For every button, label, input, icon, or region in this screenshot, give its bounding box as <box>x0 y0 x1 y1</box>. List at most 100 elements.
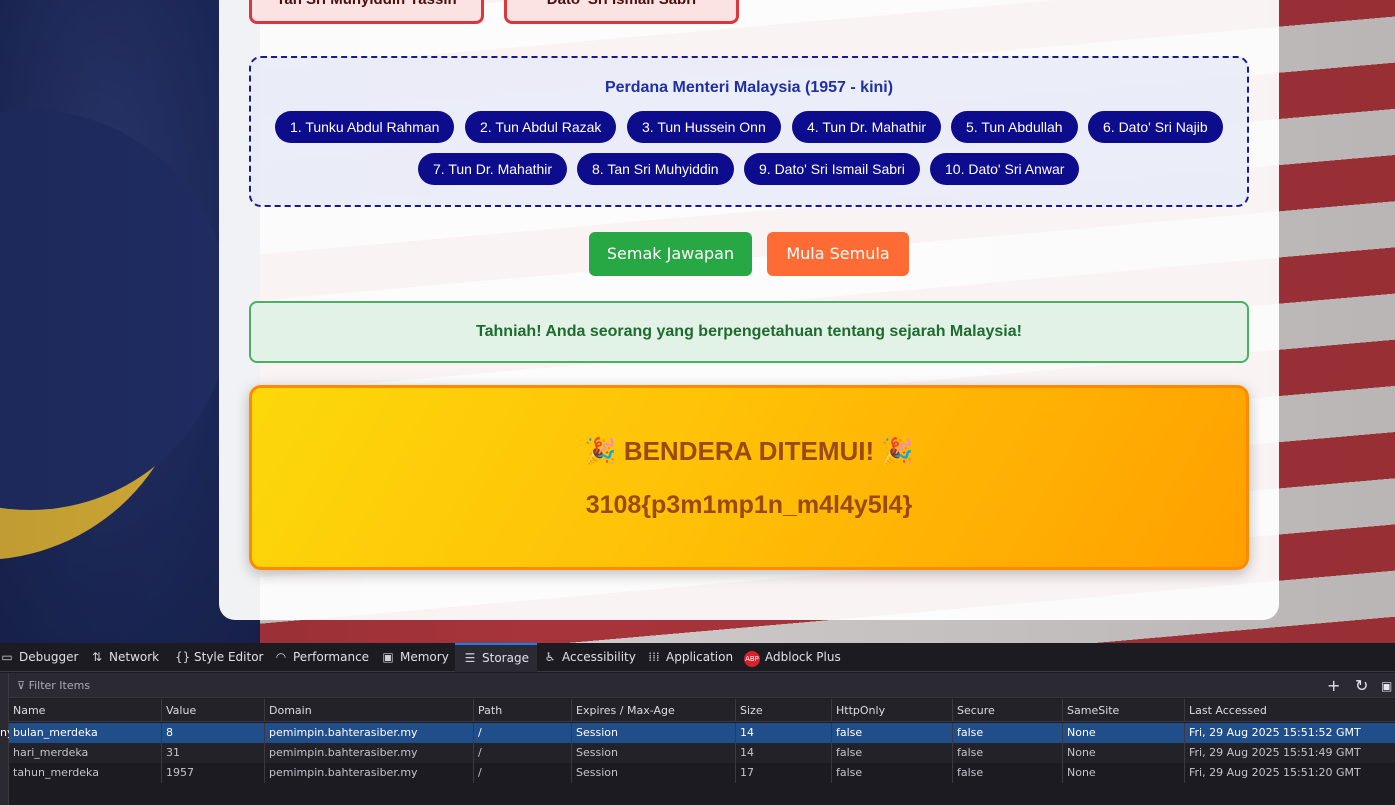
col-name[interactable]: Name <box>9 699 162 722</box>
tab-memory[interactable]: ▣ Memory <box>381 643 449 672</box>
tab-label: Performance <box>293 650 370 664</box>
flag-found-title: 🎉 BENDERA DITEMUI! 🎉 <box>584 436 914 466</box>
col-secure[interactable]: Secure <box>953 699 1063 722</box>
cell-path: / <box>474 743 572 763</box>
cell-size: 14 <box>736 743 832 763</box>
tab-style-editor[interactable]: {} Style Editor <box>175 643 263 672</box>
col-value[interactable]: Value <box>162 699 265 722</box>
col-size[interactable]: Size <box>736 699 832 722</box>
pm-option-5[interactable]: 5. Tun Abdullah <box>951 111 1078 143</box>
cell-path: / <box>474 723 572 743</box>
cell-value: 1957 <box>162 763 265 783</box>
cell-name: bulan_merdeka <box>9 723 162 743</box>
cell-domain: pemimpin.bahterasiber.my <box>265 723 474 743</box>
table-row[interactable]: hari_merdeka 31 pemimpin.bahterasiber.my… <box>9 743 1395 763</box>
answer-slot-ismail-sabri[interactable]: Dato' Sri Ismail Sabri <box>504 0 739 24</box>
accessibility-icon: ♿ <box>544 650 556 664</box>
flag-found-box: 🎉 BENDERA DITEMUI! 🎉 3108{p3m1mp1n_m4l4y… <box>249 385 1249 570</box>
cell-size: 14 <box>736 723 832 743</box>
tab-performance[interactable]: ◠ Performance <box>274 643 369 672</box>
pm-option-3[interactable]: 3. Tun Hussein Onn <box>627 111 781 143</box>
tab-debugger[interactable]: ▭ Debugger <box>0 643 78 672</box>
storage-sidebar-edge[interactable] <box>0 673 9 805</box>
col-expires[interactable]: Expires / Max-Age <box>572 699 736 722</box>
application-icon: ⁞⁞⁞ <box>648 650 660 664</box>
storage-icon: ☰ <box>464 651 476 665</box>
cell-last-accessed: Fri, 29 Aug 2025 15:51:20 GMT <box>1189 766 1361 779</box>
tab-label: Debugger <box>19 650 79 664</box>
pm-option-10[interactable]: 10. Dato' Sri Anwar <box>930 153 1080 185</box>
pm-option-6[interactable]: 6. Dato' Sri Najib <box>1088 111 1223 143</box>
cell-samesite: None <box>1063 743 1185 763</box>
tab-accessibility[interactable]: ♿ Accessibility <box>543 643 636 672</box>
cell-samesite: None <box>1063 763 1185 783</box>
tab-label: Network <box>109 650 160 664</box>
pm-option-9[interactable]: 9. Dato' Sri Ismail Sabri <box>744 153 920 185</box>
cell-httponly: false <box>832 743 953 763</box>
tab-label: Storage <box>482 651 529 665</box>
col-last-accessed[interactable]: Last Accessed <box>1185 699 1395 722</box>
tab-adblock-plus[interactable]: ABP Adblock Plus <box>744 643 841 672</box>
tab-application[interactable]: ⁞⁞⁞ Application <box>647 643 733 672</box>
cookie-table-header: Name Value Domain Path Expires / Max-Age… <box>9 699 1395 722</box>
col-domain[interactable]: Domain <box>265 699 474 722</box>
cell-value: 8 <box>162 723 265 743</box>
cell-name: tahun_merdeka <box>9 763 162 783</box>
cell-name: hari_merdeka <box>9 743 162 763</box>
pm-option-8[interactable]: 8. Tan Sri Muhyiddin <box>577 153 734 185</box>
cell-domain: pemimpin.bahterasiber.my <box>265 763 474 783</box>
cell-samesite: None <box>1063 723 1185 743</box>
add-item-icon[interactable]: + <box>1327 676 1340 695</box>
col-httponly[interactable]: HttpOnly <box>832 699 953 722</box>
cell-httponly: false <box>832 763 953 783</box>
cell-domain: pemimpin.bahterasiber.my <box>265 743 474 763</box>
cell-secure: false <box>953 743 1063 763</box>
refresh-icon[interactable]: ↻ <box>1355 676 1368 695</box>
filter-placeholder: Filter Items <box>28 679 91 692</box>
cell-path: / <box>474 763 572 783</box>
filter-bar: ⊽ Filter Items + ↻ ▣ <box>9 673 1395 698</box>
tab-label: Adblock Plus <box>765 650 841 664</box>
pm-option-4[interactable]: 4. Tun Dr. Mahathir <box>792 111 942 143</box>
cell-expires: Session <box>572 723 736 743</box>
pm-list-title: Perdana Menteri Malaysia (1957 - kini) <box>604 79 894 96</box>
prime-minister-list: Perdana Menteri Malaysia (1957 - kini) 1… <box>249 56 1249 207</box>
cell-expires: Session <box>572 743 736 763</box>
adblock-icon: ABP <box>744 651 760 667</box>
cell-value: 31 <box>162 743 265 763</box>
cell-secure: false <box>953 723 1063 743</box>
pm-option-2[interactable]: 2. Tun Abdul Razak <box>465 111 617 143</box>
cell-size: 17 <box>736 763 832 783</box>
sidebar-toggle-icon[interactable]: ▣ <box>1381 679 1392 693</box>
check-answer-button[interactable]: Semak Jawapan <box>589 232 752 276</box>
answer-slot-muhyiddin[interactable]: Tan Sri Muhyiddin Yassin <box>249 0 484 24</box>
tab-network[interactable]: ⇅ Network <box>90 643 159 672</box>
devtools-tabbar: ▭ Debugger ⇅ Network {} Style Editor ◠ Perfo… <box>0 643 1395 672</box>
filter-input[interactable]: ⊽ Filter Items <box>17 679 90 692</box>
cell-last-accessed: Fri, 29 Aug 2025 15:51:52 GMT <box>1189 726 1361 739</box>
devtools-panel: ▭ Debugger ⇅ Network {} Style Editor ◠ Perfo… <box>0 643 1395 805</box>
flag-value: 3108{p3m1mp1n_m4l4y5I4} <box>585 491 913 519</box>
cell-secure: false <box>953 763 1063 783</box>
network-icon: ⇅ <box>91 650 103 664</box>
restart-button[interactable]: Mula Semula <box>767 232 909 276</box>
table-row[interactable]: tahun_merdeka 1957 pemimpin.bahterasiber… <box>9 763 1395 783</box>
col-samesite[interactable]: SameSite <box>1063 699 1185 722</box>
col-path[interactable]: Path <box>474 699 572 722</box>
tab-storage[interactable]: ☰ Storage <box>455 643 537 672</box>
success-message: Tahniah! Anda seorang yang berpengetahua… <box>249 301 1249 363</box>
pm-option-1[interactable]: 1. Tunku Abdul Rahman <box>275 111 455 143</box>
cell-expires: Session <box>572 763 736 783</box>
tab-label: Application <box>666 650 734 664</box>
debugger-icon: ▭ <box>1 650 13 664</box>
table-row[interactable]: bulan_merdeka 8 pemimpin.bahterasiber.my… <box>9 723 1395 743</box>
cell-last-accessed: Fri, 29 Aug 2025 15:51:49 GMT <box>1189 746 1361 759</box>
tab-label: Memory <box>400 650 449 664</box>
tab-label: Style Editor <box>194 650 264 664</box>
filter-icon: ⊽ <box>17 679 29 692</box>
tab-label: Accessibility <box>562 650 636 664</box>
cell-httponly: false <box>832 723 953 743</box>
memory-icon: ▣ <box>382 650 394 664</box>
style-editor-icon: {} <box>175 650 191 664</box>
pm-option-7[interactable]: 7. Tun Dr. Mahathir <box>418 153 568 185</box>
